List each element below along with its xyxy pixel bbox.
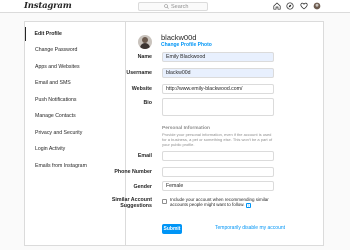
explore-icon[interactable] (286, 2, 294, 10)
email-label: Email (137, 153, 152, 159)
search-input[interactable]: Search (138, 2, 208, 11)
instagram-logo[interactable]: Instagram (24, 1, 72, 11)
website-field[interactable]: http://www.emily-blackwood.com/ (162, 84, 274, 94)
top-navbar: Instagram Search (0, 0, 350, 13)
profile-avatar[interactable] (138, 35, 152, 49)
sidebar-item-manage-contacts[interactable]: Manage Contacts (25, 109, 125, 123)
profile-username: blackw00d (161, 33, 197, 42)
search-placeholder: Search (171, 4, 189, 10)
disable-account-link[interactable]: Temporarily disable my account (215, 225, 285, 231)
gender-label: Gender (133, 184, 152, 190)
username-label: Username (126, 70, 152, 76)
search-icon (164, 4, 169, 9)
similar-accounts-description: Include your account when recommending s… (170, 197, 270, 208)
phone-number-label: Phone Number (114, 169, 152, 175)
sidebar-item-edit-profile[interactable]: Edit Profile (25, 27, 125, 41)
heart-icon[interactable] (300, 2, 308, 10)
website-label: Website (131, 86, 152, 92)
bio-textarea[interactable] (162, 98, 274, 116)
bio-label: Bio (143, 100, 152, 106)
similar-accounts-label: Similar Account Suggestions (111, 197, 152, 209)
help-icon[interactable]: ? (245, 202, 251, 208)
personal-info-title: Personal Information (162, 126, 210, 131)
name-field[interactable]: Emily Blackwood (162, 52, 274, 62)
email-field[interactable] (162, 151, 274, 161)
name-label: Name (137, 54, 152, 60)
home-icon[interactable] (273, 2, 281, 10)
profile-avatar-icon[interactable] (313, 2, 321, 10)
username-field[interactable]: blackw00d (162, 68, 274, 78)
submit-button[interactable]: Submit (162, 224, 182, 234)
similar-accounts-checkbox[interactable] (162, 199, 167, 204)
gender-field[interactable]: Female (162, 181, 274, 191)
phone-number-field[interactable] (162, 167, 274, 177)
sidebar-item-privacy-and-security[interactable]: Privacy and Security (25, 126, 125, 140)
change-profile-photo-link[interactable]: Change Profile Photo (161, 42, 212, 48)
avatar-body (140, 43, 150, 49)
personal-info-description: Provide your personal information, even … (162, 132, 273, 147)
similar-accounts-text: Include your account when recommending s… (170, 197, 269, 208)
